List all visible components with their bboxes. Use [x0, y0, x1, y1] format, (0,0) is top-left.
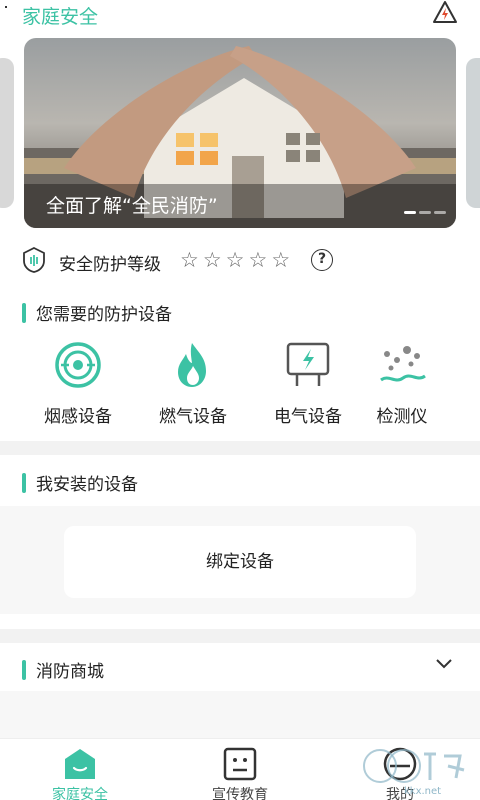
- section-accent-bar: [22, 472, 26, 493]
- protection-rating: ☆ ☆ ☆ ☆ ☆: [180, 247, 290, 273]
- device-name: 烟感设备: [44, 407, 112, 427]
- device-item-electrical[interactable]: 电气设备: [258, 340, 358, 427]
- electrical-panel-icon: [286, 342, 330, 386]
- carousel-dot: [404, 211, 416, 214]
- banner-carousel[interactable]: 全面了解“全民消防”: [0, 38, 480, 228]
- section-accent-bar: [22, 659, 26, 680]
- nav-item-profile[interactable]: 我的: [350, 747, 450, 800]
- nav-label: 我的: [386, 787, 414, 800]
- star-icon: ☆: [225, 248, 245, 272]
- star-icon: ☆: [180, 248, 199, 272]
- high-voltage-warning-icon[interactable]: [432, 0, 458, 24]
- star-icon: ☆: [271, 248, 291, 272]
- banner-caption: 全面了解“全民消防”: [46, 195, 218, 217]
- protection-level-label: 安全防护等级: [59, 255, 161, 275]
- star-icon: ☆: [248, 248, 268, 272]
- help-icon[interactable]: ?: [311, 249, 333, 271]
- carousel-dot: [419, 211, 431, 214]
- device-name: 检测仪: [376, 407, 428, 427]
- device-item-smoke[interactable]: 烟感设备: [28, 340, 128, 427]
- devices-section-heading: 您需要的防护设备: [22, 300, 172, 325]
- particle-detector-icon: [380, 346, 426, 382]
- home-icon: [65, 749, 95, 779]
- installed-section-heading: 我安装的设备: [22, 470, 138, 495]
- section-divider: [0, 629, 480, 643]
- device-item-gas[interactable]: 燃气设备: [143, 340, 243, 427]
- shop-section-title: 消防商城: [36, 662, 104, 682]
- section-accent-bar: [22, 302, 26, 323]
- bottom-navigation: 家庭安全 宣传教育 我的: [0, 738, 480, 800]
- education-icon: [223, 747, 257, 781]
- profile-icon: [383, 747, 417, 781]
- next-banner-card[interactable]: [466, 58, 480, 208]
- banner-card[interactable]: 全面了解“全民消防”: [24, 38, 456, 228]
- protection-level-row: 安全防护等级 ☆ ☆ ☆ ☆ ☆ ?: [22, 247, 462, 275]
- smoke-detector-icon: [55, 342, 101, 388]
- devices-section-title: 您需要的防护设备: [36, 305, 172, 325]
- shop-content-area: [0, 691, 480, 738]
- nav-item-home[interactable]: 家庭安全: [30, 747, 130, 800]
- device-item-detector[interactable]: 检测仪: [352, 340, 452, 427]
- device-name: 电气设备: [274, 407, 342, 427]
- nav-item-education[interactable]: 宣传教育: [190, 747, 290, 800]
- page-title: 家庭安全: [22, 6, 99, 28]
- carousel-dot: [434, 211, 446, 214]
- star-icon: ☆: [202, 248, 222, 272]
- shield-icon: [23, 247, 45, 273]
- chevron-down-icon[interactable]: [435, 655, 453, 673]
- bind-device-button[interactable]: 绑定设备: [64, 526, 416, 598]
- prev-banner-card[interactable]: [0, 58, 14, 208]
- shop-section-heading: 消防商城: [22, 657, 104, 682]
- carousel-indicator: [404, 211, 446, 214]
- nav-label: 家庭安全: [52, 787, 108, 800]
- shop-section-row[interactable]: 消防商城: [0, 643, 480, 691]
- nav-label: 宣传教育: [212, 787, 268, 800]
- installed-section-title: 我安装的设备: [36, 475, 138, 495]
- gas-flame-icon: [178, 343, 206, 387]
- section-divider: [0, 441, 480, 455]
- status-dot: [5, 6, 7, 8]
- top-bar: 家庭安全: [0, 0, 480, 30]
- device-list[interactable]: 烟感设备 燃气设备 电气设备 检测仪: [0, 340, 480, 430]
- device-name: 燃气设备: [159, 407, 227, 427]
- installed-devices-area: 绑定设备: [0, 506, 480, 614]
